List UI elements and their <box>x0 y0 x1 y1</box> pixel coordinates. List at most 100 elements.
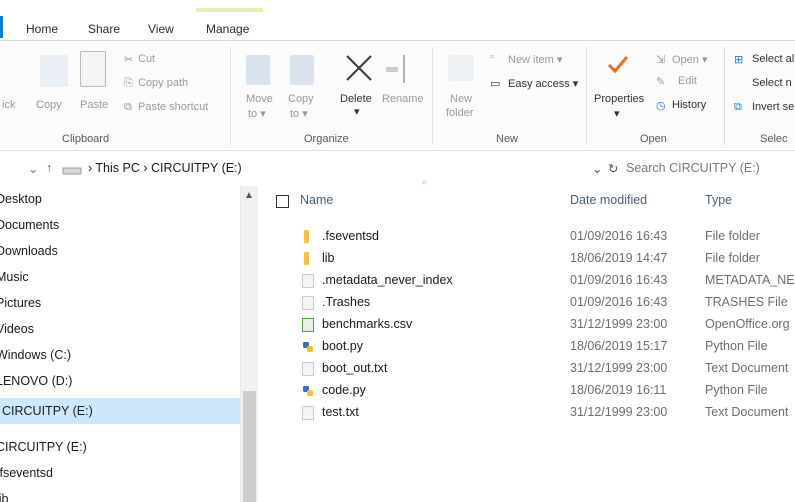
file-date: 18/06/2019 14:47 <box>570 251 668 265</box>
cut-button[interactable]: Cut <box>138 53 155 65</box>
file-type: Text Document <box>705 405 789 419</box>
file-row[interactable]: boot.py 18/06/2019 15:17 Python File <box>258 336 795 358</box>
edit-button[interactable]: Edit <box>678 75 697 87</box>
rename-button[interactable]: Rename <box>382 93 424 105</box>
paste-shortcut-button[interactable]: Paste shortcut <box>138 101 208 113</box>
copy-to-button[interactable]: Copy <box>288 93 314 105</box>
nav-item-lenovo-d[interactable]: LENOVO (D:) <box>0 368 234 394</box>
properties-arrow[interactable]: ▾ <box>614 107 620 120</box>
file-name: .fseventsd <box>322 229 379 243</box>
properties-button[interactable]: Properties <box>594 93 644 105</box>
column-header-type[interactable]: Type <box>705 193 732 207</box>
tab-manage[interactable]: Manage <box>206 22 249 36</box>
file-date: 01/09/2016 16:43 <box>570 273 668 287</box>
rename-icon <box>386 55 405 83</box>
ribbon-tabs: Home Share View Manage <box>0 0 795 41</box>
file-row[interactable]: benchmarks.csv 31/12/1999 23:00 OpenOffi… <box>258 314 795 336</box>
file-row[interactable]: lib 18/06/2019 14:47 File folder <box>258 248 795 270</box>
select-all-icon: ⊞ <box>734 54 744 66</box>
file-row[interactable]: .metadata_never_index 01/09/2016 16:43 M… <box>258 270 795 292</box>
file-type: Text Document <box>705 361 789 375</box>
nav-item-pictures[interactable]: Pictures <box>0 290 234 316</box>
text-file-icon <box>302 362 314 376</box>
group-divider <box>724 47 725 145</box>
file-type: File folder <box>705 251 760 265</box>
copy-button[interactable]: Copy <box>36 99 62 111</box>
file-tab-accent[interactable] <box>0 16 3 38</box>
nav-item-circuitpy-selected[interactable]: CIRCUITPY (E:) <box>0 398 240 424</box>
paste-button[interactable]: Paste <box>80 99 108 111</box>
file-row[interactable]: .Trashes 01/09/2016 16:43 TRASHES File <box>258 292 795 314</box>
spreadsheet-icon <box>302 318 314 332</box>
column-header-date[interactable]: Date modified <box>570 193 647 207</box>
folder-icon <box>304 252 309 265</box>
file-name: .Trashes <box>322 295 371 309</box>
drive-icon <box>62 167 82 175</box>
nav-item-circuitpy[interactable]: CIRCUITPY (E:) <box>0 434 234 460</box>
select-all-checkbox[interactable] <box>276 195 289 208</box>
move-to-button[interactable]: Move <box>246 93 273 105</box>
file-type: METADATA_NEV <box>705 273 795 287</box>
address-bar: ⌄ ↑ › This PC › CIRCUITPY (E:) ⌄ ↻ Searc… <box>0 151 795 185</box>
file-icon <box>302 274 314 288</box>
refresh-icon[interactable]: ↻ <box>608 161 618 176</box>
new-item-button[interactable]: New item ▾ <box>508 53 562 66</box>
nav-item-windows-c[interactable]: Windows (C:) <box>0 342 234 368</box>
delete-arrow[interactable]: ▾ <box>354 105 360 118</box>
address-dropdown-icon[interactable]: ⌄ <box>592 161 602 176</box>
new-folder-button-line2[interactable]: folder <box>446 107 474 119</box>
edit-icon: ✎ <box>656 76 666 88</box>
up-arrow-icon[interactable]: ↑ <box>46 161 52 175</box>
tab-share[interactable]: Share <box>88 22 120 36</box>
move-to-arrow[interactable]: to ▾ <box>248 107 266 120</box>
nav-item-downloads[interactable]: Downloads <box>0 238 234 264</box>
new-folder-button[interactable]: New <box>450 93 472 105</box>
copy-icon <box>40 55 68 87</box>
python-icon <box>303 386 313 396</box>
group-divider <box>432 47 433 145</box>
group-divider <box>230 47 231 145</box>
file-name: lib <box>322 251 335 265</box>
history-icon: ◷ <box>656 100 666 112</box>
easy-access-button[interactable]: Easy access ▾ <box>508 77 578 90</box>
tab-home[interactable]: Home <box>26 22 58 36</box>
nav-item-music[interactable]: Music <box>0 264 234 290</box>
file-row[interactable]: test.txt 31/12/1999 23:00 Text Document <box>258 402 795 424</box>
recent-locations-chevron-icon[interactable]: ⌄ <box>28 161 38 176</box>
tab-view[interactable]: View <box>148 22 174 36</box>
open-button[interactable]: Open ▾ <box>672 53 708 66</box>
file-row[interactable]: boot_out.txt 31/12/1999 23:00 Text Docum… <box>258 358 795 380</box>
open-group-label: Open <box>640 133 667 145</box>
file-name: test.txt <box>322 405 359 419</box>
invert-selection-button[interactable]: Invert se <box>752 101 794 113</box>
file-date: 01/09/2016 16:43 <box>570 229 668 243</box>
scroll-up-arrow-icon[interactable]: ▲ <box>244 190 254 201</box>
copy-to-icon <box>290 55 314 85</box>
nav-item-documents[interactable]: Documents <box>0 212 234 238</box>
select-none-button[interactable]: Select n <box>752 77 792 89</box>
copy-to-arrow[interactable]: to ▾ <box>290 107 308 120</box>
open-icon: ⇲ <box>656 54 666 66</box>
nav-scrollbar-thumb[interactable] <box>243 391 256 502</box>
new-folder-icon <box>448 55 474 81</box>
column-header-name[interactable]: Name <box>300 193 333 207</box>
nav-item-desktop[interactable]: Desktop <box>0 186 234 212</box>
search-input[interactable]: Search CIRCUITPY (E:) <box>626 161 760 175</box>
delete-button[interactable]: Delete <box>340 93 372 105</box>
file-row[interactable]: code.py 18/06/2019 16:11 Python File <box>258 380 795 402</box>
pin-to-quick-access-button[interactable]: ick <box>2 99 15 111</box>
python-icon <box>303 342 313 352</box>
file-row[interactable]: .fseventsd 01/09/2016 16:43 File folder <box>258 226 795 248</box>
copy-path-button[interactable]: Copy path <box>138 77 188 89</box>
breadcrumb[interactable]: › This PC › CIRCUITPY (E:) <box>88 161 242 175</box>
file-date: 18/06/2019 15:17 <box>570 339 668 353</box>
nav-item-fseventsd[interactable]: .fseventsd <box>0 460 234 486</box>
nav-item-videos[interactable]: Videos <box>0 316 234 342</box>
history-button[interactable]: History <box>672 99 706 111</box>
file-list: ^ Name Date modified Type .fseventsd 01/… <box>258 180 795 502</box>
file-type: TRASHES File <box>705 295 788 309</box>
file-type: Python File <box>705 339 768 353</box>
select-all-button[interactable]: Select al <box>752 53 794 65</box>
group-divider <box>586 47 587 145</box>
nav-item-lib[interactable]: lib <box>0 486 234 502</box>
